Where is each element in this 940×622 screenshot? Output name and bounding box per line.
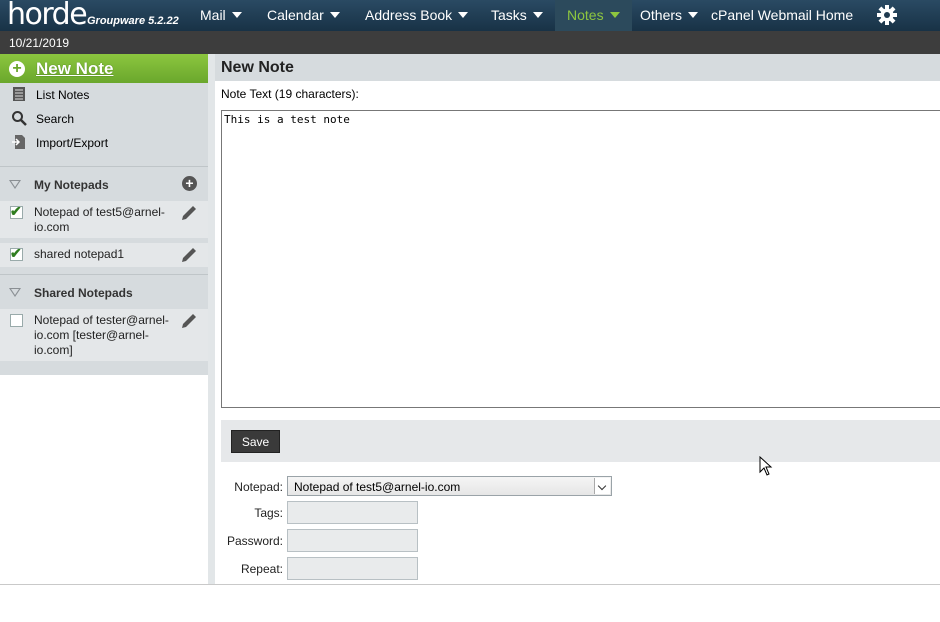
menu-others-label: Others (640, 7, 683, 23)
pencil-icon[interactable] (180, 312, 198, 330)
chevron-down-icon (532, 12, 543, 18)
gear-icon[interactable] (876, 4, 898, 26)
date-bar: 10/21/2019 (0, 31, 940, 54)
menu-mail-label: Mail (200, 7, 226, 23)
collapse-triangle-icon[interactable] (9, 180, 21, 189)
divider (0, 267, 208, 274)
product-version: Groupware 5.2.22 (87, 15, 179, 27)
import-export-icon (11, 134, 27, 150)
sidebar-item-import-export[interactable]: Import/Export (0, 131, 208, 155)
list-notes-label: List Notes (36, 88, 90, 102)
search-icon (11, 110, 27, 126)
logo-text: horde (7, 0, 88, 32)
menu-tasks[interactable]: Tasks (491, 0, 543, 31)
collapse-triangle-icon[interactable] (9, 288, 21, 297)
my-notepads-header[interactable]: My Notepads + (0, 166, 208, 201)
chevron-down-icon[interactable] (594, 478, 610, 494)
pencil-icon[interactable] (180, 246, 198, 264)
sidebar: + New Note List Notes Search Import/Expo… (0, 54, 209, 584)
menu-calendar[interactable]: Calendar (267, 0, 340, 31)
sidebar-item-list-notes[interactable]: List Notes (0, 83, 208, 107)
new-note-button[interactable]: + New Note (0, 54, 208, 83)
top-navigation-bar: horde Groupware 5.2.22 Mail Calendar Add… (0, 0, 940, 32)
plus-circle-icon: + (9, 61, 25, 77)
sidebar-item-search[interactable]: Search (0, 107, 208, 131)
password-input[interactable] (287, 529, 418, 552)
my-notepads-title: My Notepads (34, 178, 109, 192)
menu-address-book[interactable]: Address Book (365, 0, 469, 31)
list-icon (11, 86, 27, 102)
main-content: New Note Note Text (19 characters): Save… (215, 54, 940, 584)
chevron-down-icon (609, 12, 620, 18)
save-bar: Save (221, 420, 940, 462)
menu-notes[interactable]: Notes (555, 0, 632, 31)
notepad-checkbox[interactable] (10, 314, 23, 327)
menu-calendar-label: Calendar (267, 7, 324, 23)
divider (0, 361, 208, 375)
notepad-field-label: Notepad: (234, 480, 283, 494)
notepad-label: Notepad of test5@arnel-io.com (34, 205, 165, 234)
current-date: 10/21/2019 (9, 36, 70, 50)
import-export-label: Import/Export (36, 136, 109, 150)
password-field-label: Password: (226, 534, 283, 548)
search-label: Search (36, 112, 75, 126)
shared-notepads-header[interactable]: Shared Notepads (0, 274, 208, 309)
menu-cpanel-home-label: cPanel Webmail Home (711, 7, 854, 23)
chevron-down-icon (231, 12, 242, 18)
notepad-checkbox[interactable] (10, 203, 23, 220)
mouse-cursor-icon (759, 455, 773, 476)
notepad-item[interactable]: shared notepad1 (0, 243, 208, 267)
shared-notepads-title: Shared Notepads (34, 286, 133, 300)
menu-tasks-label: Tasks (491, 7, 527, 23)
pencil-icon[interactable] (180, 204, 198, 222)
add-notepad-icon[interactable]: + (182, 176, 197, 191)
tags-field-label: Tags: (254, 506, 283, 520)
divider (0, 584, 940, 585)
notepad-select-value: Notepad of test5@arnel-io.com (294, 480, 461, 494)
menu-address-book-label: Address Book (365, 7, 453, 23)
chevron-down-icon (688, 12, 699, 18)
menu-others[interactable]: Others (640, 0, 699, 31)
new-note-label: New Note (36, 59, 114, 78)
sidebar-splitter[interactable] (208, 54, 215, 584)
notepad-label: Notepad of tester@arnel-io.com [tester@a… (34, 313, 169, 357)
sidebar-nav: List Notes Search Import/Export (0, 83, 208, 166)
save-button[interactable]: Save (231, 430, 280, 453)
menu-cpanel-home[interactable]: cPanel Webmail Home (711, 0, 853, 31)
notepad-item[interactable]: Notepad of tester@arnel-io.com [tester@a… (0, 309, 208, 361)
chevron-down-icon (458, 12, 469, 18)
tags-input[interactable] (287, 501, 418, 524)
notepad-item[interactable]: Notepad of test5@arnel-io.com (0, 201, 208, 238)
repeat-password-input[interactable] (287, 557, 418, 580)
note-text-area[interactable] (221, 110, 940, 408)
menu-notes-label: Notes (567, 7, 604, 23)
menu-mail[interactable]: Mail (200, 0, 242, 31)
notepad-select[interactable]: Notepad of test5@arnel-io.com (287, 476, 612, 496)
notepad-checkbox[interactable] (10, 245, 23, 262)
note-text-label: Note Text (19 characters): (221, 87, 359, 101)
repeat-field-label: Repeat: (240, 562, 283, 576)
chevron-down-icon (329, 12, 340, 18)
page-title-bar: New Note (215, 54, 940, 81)
page-title: New Note (221, 59, 294, 76)
notepad-label: shared notepad1 (34, 247, 125, 261)
